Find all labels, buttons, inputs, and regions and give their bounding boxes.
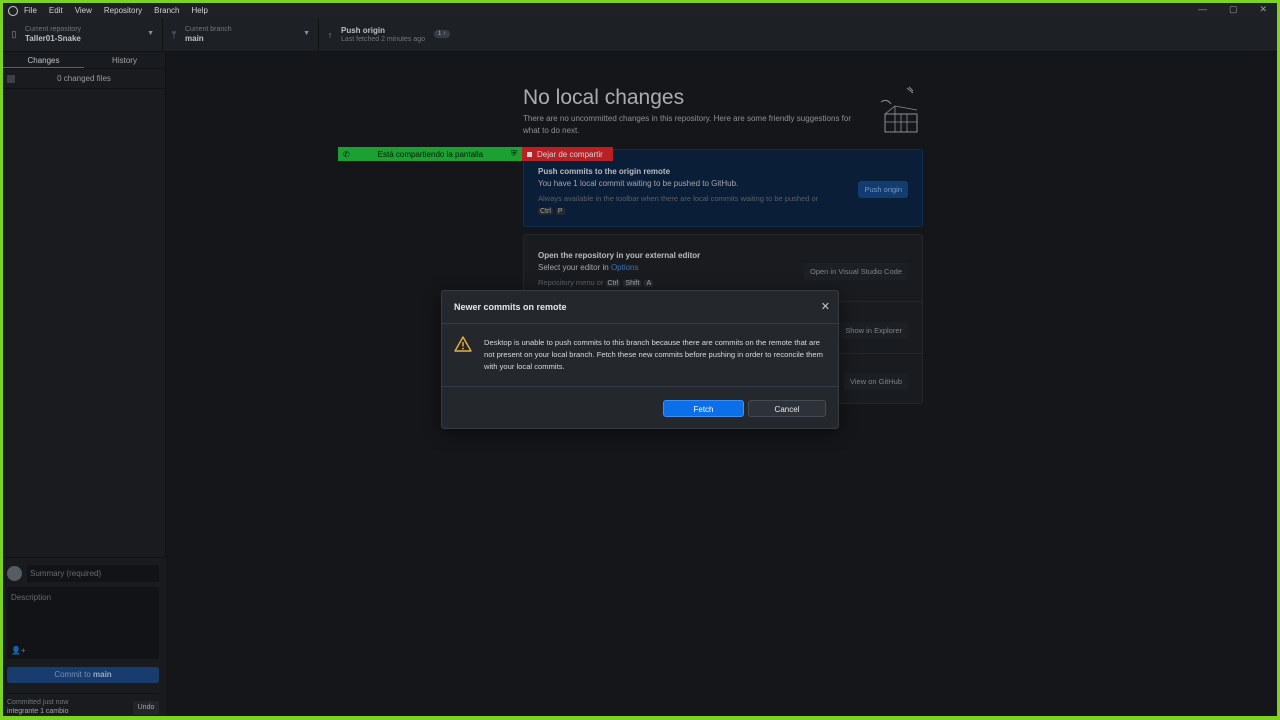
dialog-footer-divider bbox=[442, 386, 838, 387]
menu-help[interactable]: Help bbox=[192, 6, 208, 15]
dialog-message: Desktop is unable to push commits to thi… bbox=[484, 338, 823, 371]
menu-edit[interactable]: Edit bbox=[49, 6, 63, 15]
warning-icon bbox=[454, 336, 472, 352]
cancel-button[interactable]: Cancel bbox=[748, 400, 826, 417]
close-window-icon[interactable]: ✕ bbox=[1259, 4, 1267, 15]
window-controls: — ▢ ✕ bbox=[1198, 4, 1267, 15]
github-logo-icon bbox=[8, 5, 18, 16]
menu-file[interactable]: File bbox=[24, 6, 37, 15]
fetch-button[interactable]: Fetch bbox=[663, 400, 744, 417]
newer-commits-dialog: Newer commits on remote ✕ Desktop is una… bbox=[441, 290, 839, 429]
menu-repository[interactable]: Repository bbox=[104, 6, 142, 15]
menu-branch[interactable]: Branch bbox=[154, 6, 179, 15]
dialog-title: Newer commits on remote bbox=[454, 302, 567, 312]
menu-view[interactable]: View bbox=[75, 6, 92, 15]
maximize-icon[interactable]: ▢ bbox=[1229, 4, 1238, 15]
menu-bar: File Edit View Repository Branch Help — … bbox=[3, 3, 1277, 18]
dialog-header-divider bbox=[442, 323, 838, 324]
close-icon[interactable]: ✕ bbox=[821, 300, 830, 313]
minimize-icon[interactable]: — bbox=[1198, 4, 1207, 15]
